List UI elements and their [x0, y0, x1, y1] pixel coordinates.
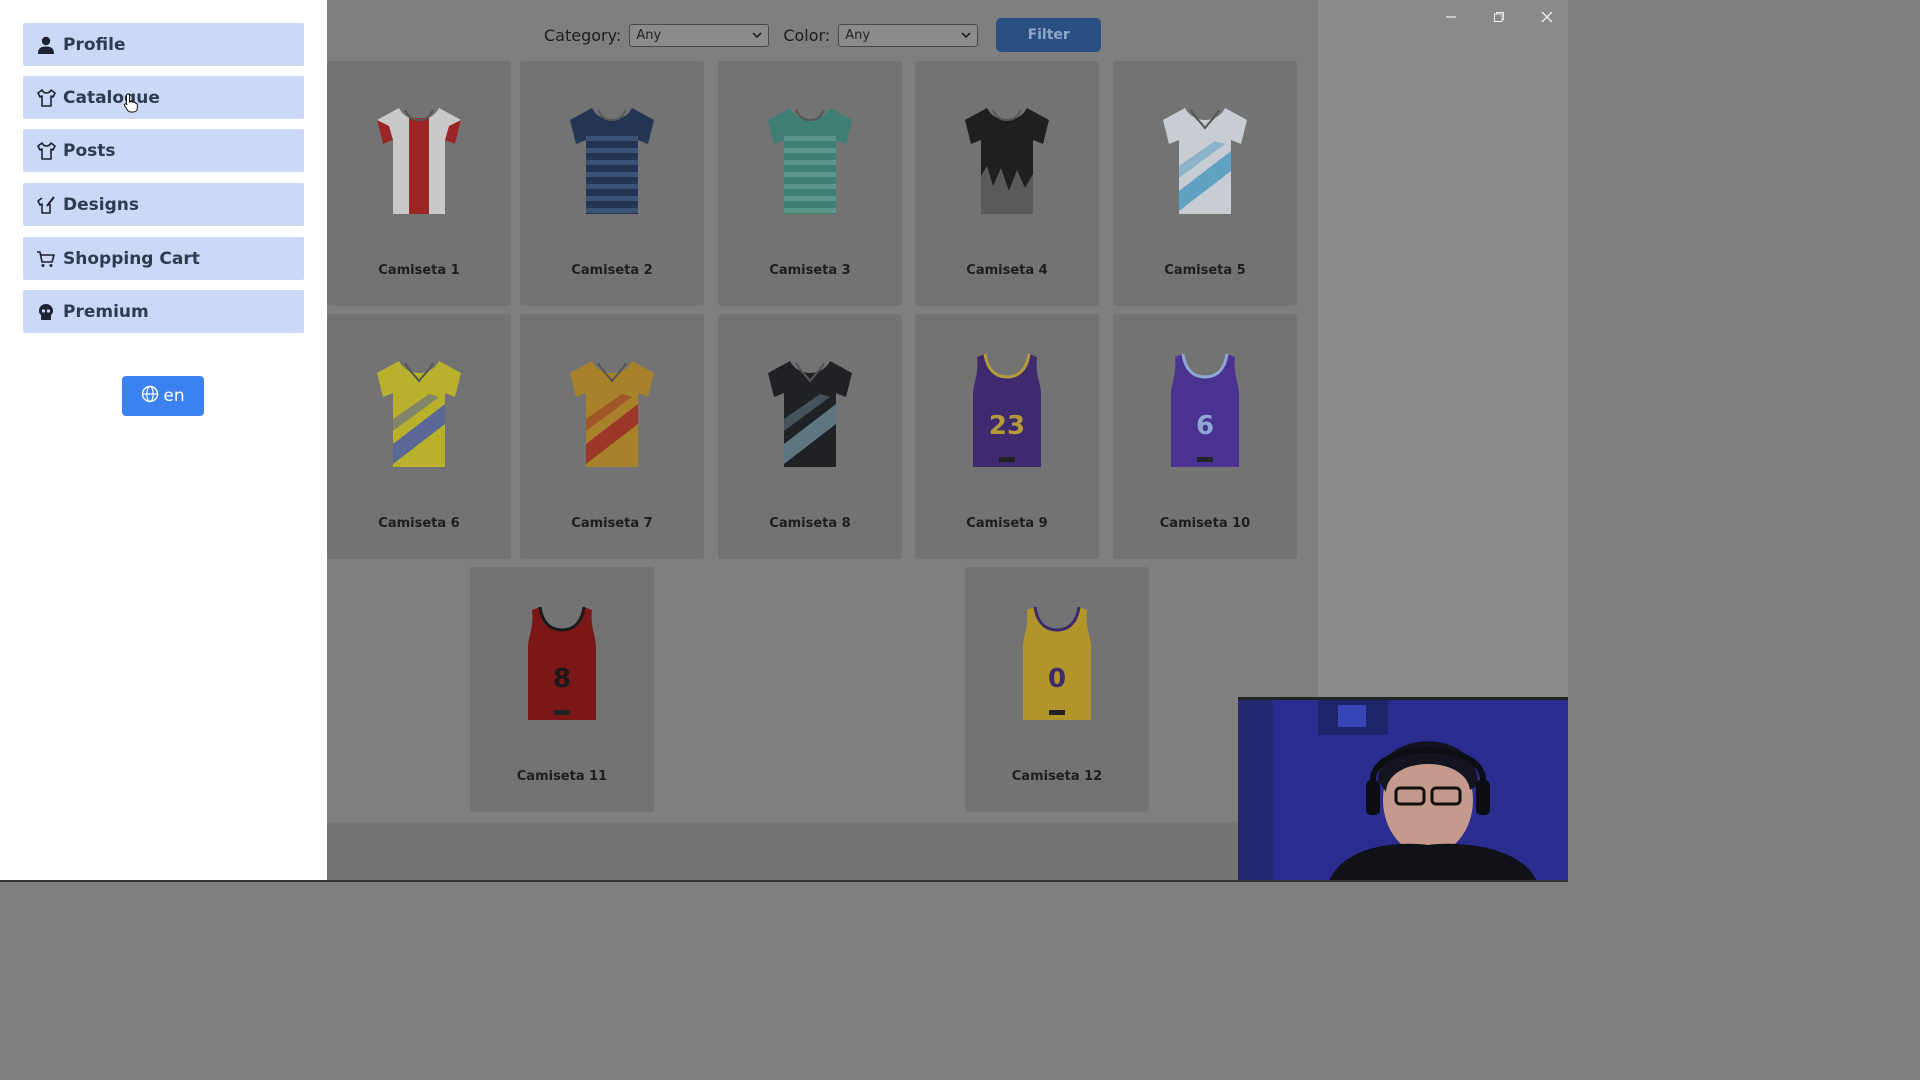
svg-text:23: 23	[989, 411, 1025, 441]
product-name: Camiseta 11	[516, 769, 608, 784]
minimize-icon[interactable]	[1440, 6, 1462, 28]
product-name: Camiseta 1	[378, 263, 460, 278]
product-name: Camiseta 8	[769, 516, 851, 531]
filter-bar: Category: Any Color: Any Filter	[544, 17, 1102, 53]
product-card[interactable]: 8 Camiseta 11	[470, 567, 654, 812]
product-image: 23	[973, 353, 1041, 467]
product-image	[768, 108, 852, 214]
category-select-value: Any	[636, 27, 662, 43]
product-name: Camiseta 12	[1011, 769, 1103, 784]
svg-text:6: 6	[1196, 411, 1214, 441]
sidebar-item-catalogue[interactable]: Catalogue	[23, 76, 304, 119]
product-name: Camiseta 7	[571, 516, 653, 531]
hand-cursor-icon	[123, 93, 138, 113]
page-footer-strip	[327, 822, 1318, 882]
product-card[interactable]: 23 Camiseta 9	[915, 314, 1099, 559]
product-card[interactable]: Camiseta 2	[520, 61, 704, 306]
svg-text:0: 0	[1048, 664, 1066, 694]
sidebar-item-designs[interactable]: Designs	[23, 183, 304, 226]
language-button[interactable]: en	[122, 376, 204, 416]
sidebar-item-label: Shopping Cart	[63, 248, 200, 269]
sidebar-item-label: Profile	[63, 34, 126, 55]
product-image: 0	[1023, 606, 1091, 720]
category-select[interactable]: Any	[629, 23, 770, 47]
user-icon	[35, 34, 57, 56]
product-card[interactable]: Camiseta 1	[327, 61, 511, 306]
product-name: Camiseta 3	[769, 263, 851, 278]
product-image	[377, 108, 461, 214]
product-card[interactable]: Camiseta 4	[915, 61, 1099, 306]
sidebar-item-label: Posts	[63, 140, 116, 161]
product-name: Camiseta 5	[1164, 263, 1246, 278]
sidebar-item-label: Catalogue	[63, 87, 160, 108]
globe-icon	[141, 385, 159, 408]
sidebar-item-label: Designs	[63, 194, 139, 215]
chevron-down-icon	[752, 32, 762, 39]
product-image	[570, 108, 654, 214]
product-card[interactable]: Camiseta 8	[718, 314, 902, 559]
webcam-overlay	[1238, 697, 1568, 882]
sidebar-item-posts[interactable]: Posts	[23, 129, 304, 172]
product-name: Camiseta 6	[378, 516, 460, 531]
cart-icon	[35, 248, 57, 270]
restore-icon[interactable]	[1488, 6, 1510, 28]
product-card[interactable]: 0 Camiseta 12	[965, 567, 1149, 812]
close-icon[interactable]	[1536, 6, 1558, 28]
crown-icon	[35, 301, 57, 323]
filter-button[interactable]: Filter	[996, 18, 1102, 52]
product-card[interactable]: 6 Camiseta 10	[1113, 314, 1297, 559]
product-name: Camiseta 9	[966, 516, 1048, 531]
product-image: 6	[1171, 353, 1239, 467]
shirt-brush-icon	[35, 194, 57, 216]
sidebar-item-profile[interactable]: Profile	[23, 23, 304, 66]
sidebar-item-premium[interactable]: Premium	[23, 290, 304, 333]
product-image	[570, 361, 654, 467]
product-name: Camiseta 2	[571, 263, 653, 278]
product-image	[377, 361, 461, 467]
product-name: Camiseta 10	[1159, 516, 1251, 531]
product-image	[768, 361, 852, 467]
sidebar-item-label: Premium	[63, 301, 149, 322]
product-name: Camiseta 4	[966, 263, 1048, 278]
chevron-down-icon	[961, 32, 971, 39]
product-image: 8	[528, 606, 596, 720]
color-label: Color:	[783, 25, 831, 45]
product-card[interactable]: Camiseta 7	[520, 314, 704, 559]
sidebar: Profile Catalogue Posts Designs Shopping…	[0, 0, 327, 882]
color-select[interactable]: Any	[838, 23, 979, 47]
svg-text:8: 8	[553, 664, 571, 694]
shirt-icon	[35, 140, 57, 162]
product-card[interactable]: Camiseta 5	[1113, 61, 1297, 306]
product-card[interactable]: Camiseta 3	[718, 61, 902, 306]
window-controls	[1440, 6, 1558, 28]
shirt-icon	[35, 87, 57, 109]
language-label: en	[163, 386, 185, 406]
product-image	[965, 108, 1049, 214]
product-card[interactable]: Camiseta 6	[327, 314, 511, 559]
sidebar-item-shopping-cart[interactable]: Shopping Cart	[23, 237, 304, 280]
product-image	[1163, 108, 1247, 214]
bottom-border	[0, 880, 1568, 882]
category-label: Category:	[544, 25, 622, 45]
color-select-value: Any	[845, 27, 871, 43]
